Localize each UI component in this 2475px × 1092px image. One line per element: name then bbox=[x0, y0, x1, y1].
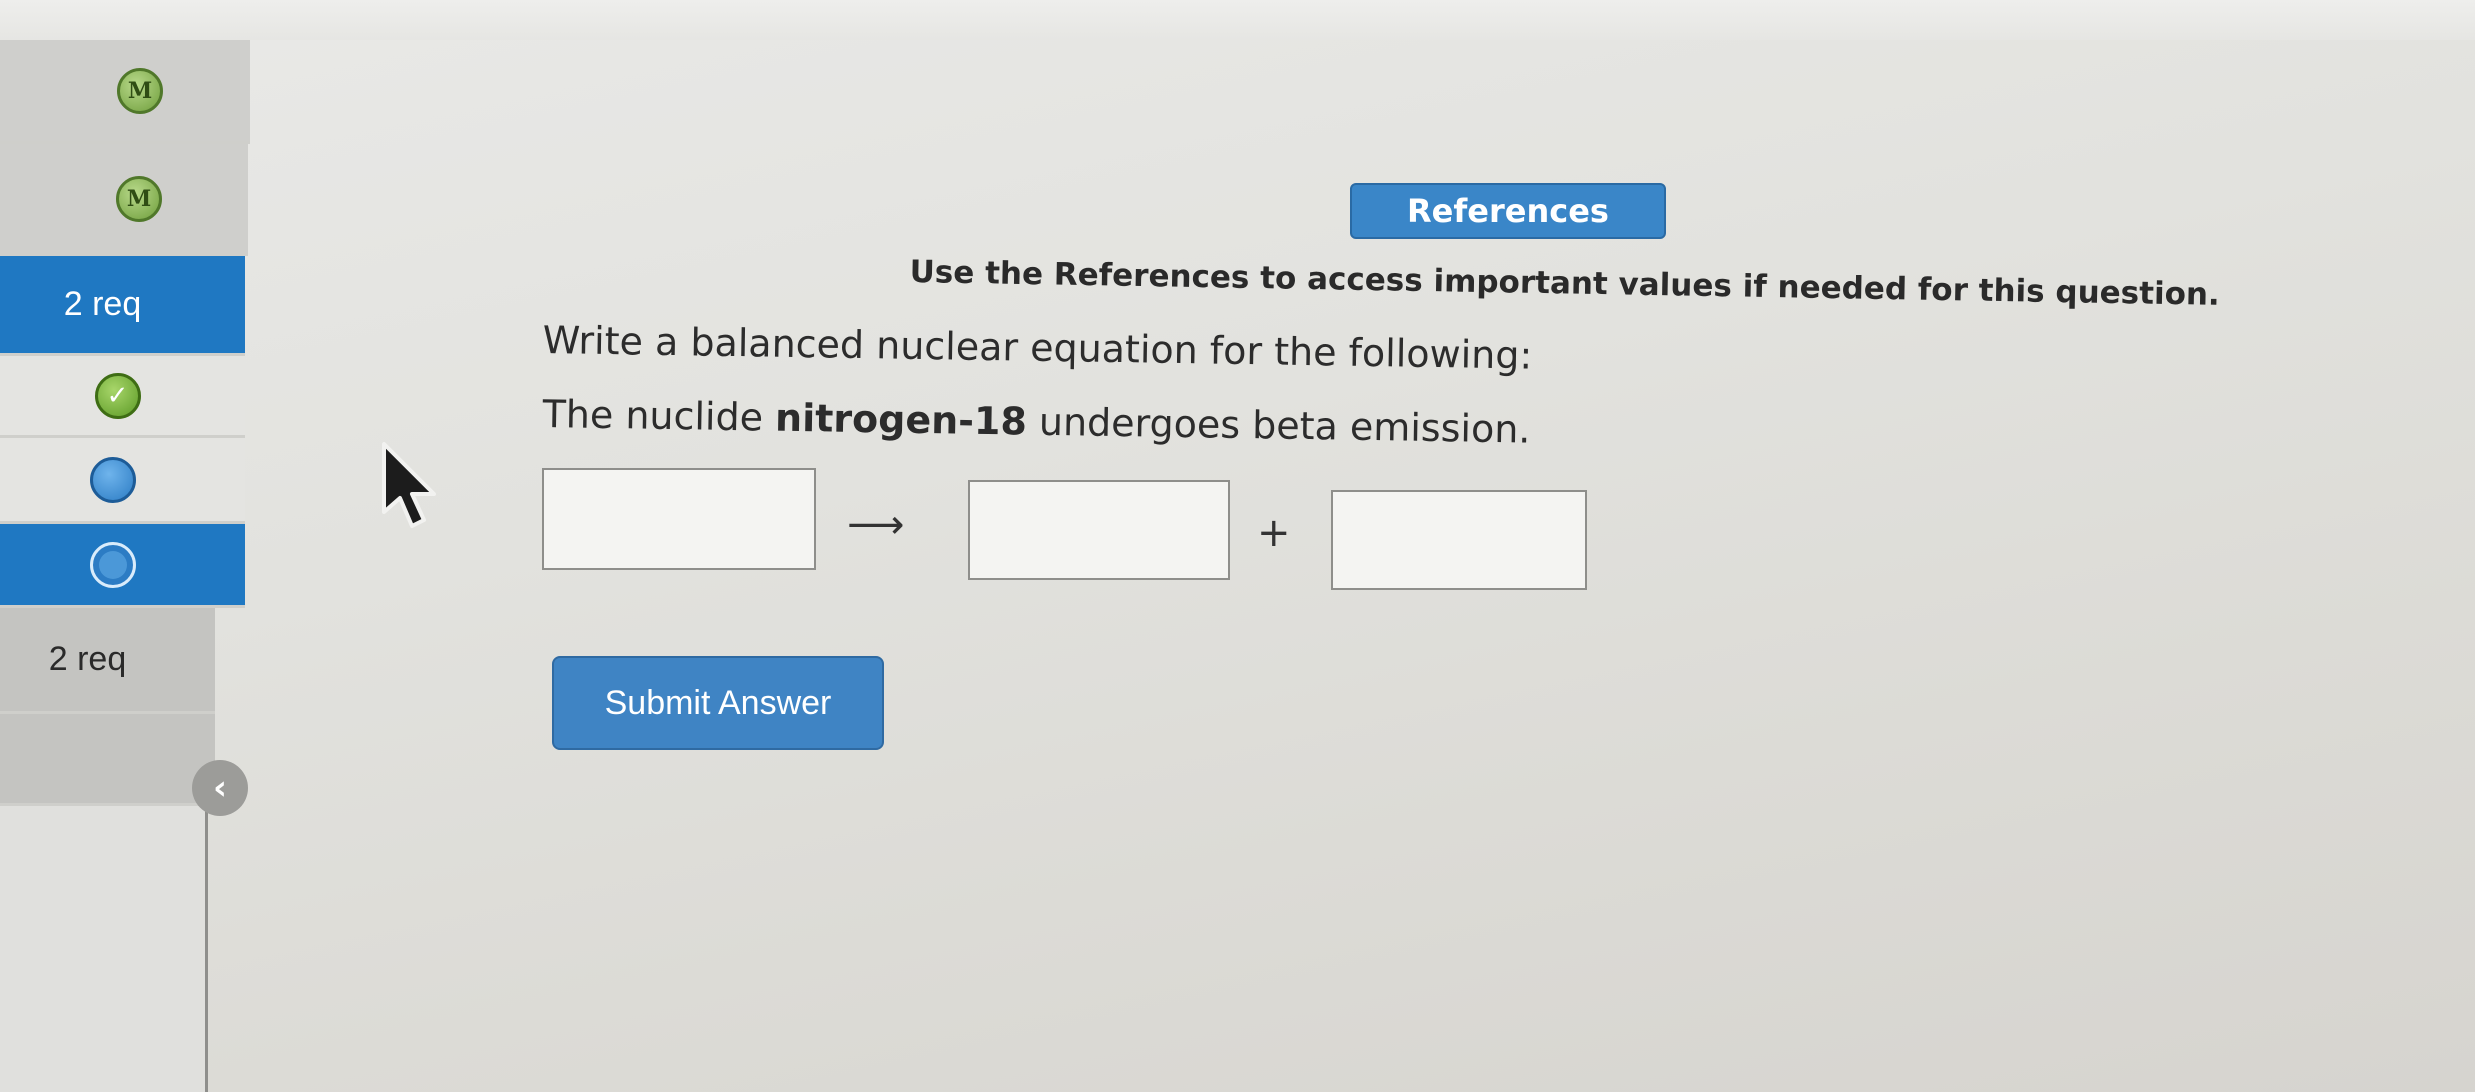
m-badge-icon: M bbox=[117, 67, 163, 114]
blue-ring-icon bbox=[89, 541, 136, 588]
sidebar-item-empty bbox=[0, 714, 215, 806]
chevron-left-icon: ‹ bbox=[212, 768, 227, 808]
product-2-input-box[interactable] bbox=[1331, 490, 1587, 590]
nuclide-name: nitrogen-18 bbox=[774, 395, 1028, 444]
top-band bbox=[0, 0, 2475, 40]
plus-sign: + bbox=[1257, 510, 1291, 556]
check-icon: ✓ bbox=[94, 372, 141, 419]
reaction-arrow: ⟶ bbox=[847, 502, 905, 548]
m-badge-icon: M bbox=[116, 175, 162, 222]
question-problem: The nuclide nitrogen-18 undergoes beta e… bbox=[542, 392, 1530, 452]
sidebar-collapse-button[interactable]: ‹ bbox=[192, 760, 248, 816]
sidebar-item-label: 2 req bbox=[63, 285, 142, 323]
sidebar-item-requirement-2[interactable]: 2 req bbox=[0, 608, 215, 714]
nuclear-equation: ⟶ + bbox=[542, 468, 1592, 608]
references-instructions: Use the References to access important v… bbox=[909, 254, 2221, 313]
reactant-input-box[interactable] bbox=[542, 468, 816, 570]
sidebar-item-current[interactable] bbox=[0, 524, 245, 608]
question-prompt: Write a balanced nuclear equation for th… bbox=[542, 318, 1533, 378]
sidebar-item-in-progress[interactable] bbox=[0, 438, 245, 524]
problem-text-prefix: The nuclide bbox=[542, 392, 776, 440]
mouse-pointer-icon bbox=[382, 442, 436, 528]
sidebar-item-mastery-2[interactable]: M bbox=[0, 144, 248, 256]
problem-text-suffix: undergoes beta emission. bbox=[1026, 399, 1531, 452]
sidebar-item-mastery-1[interactable]: M bbox=[0, 40, 250, 144]
submit-answer-button[interactable]: Submit Answer bbox=[552, 656, 884, 750]
product-1-input-box[interactable] bbox=[968, 480, 1230, 580]
sidebar-item-completed[interactable]: ✓ bbox=[0, 356, 245, 438]
sidebar-item-label: 2 req bbox=[48, 640, 127, 678]
references-button[interactable]: References bbox=[1350, 183, 1666, 239]
blue-dot-icon bbox=[89, 456, 136, 503]
sidebar-item-requirement-1[interactable]: 2 req bbox=[0, 256, 245, 356]
